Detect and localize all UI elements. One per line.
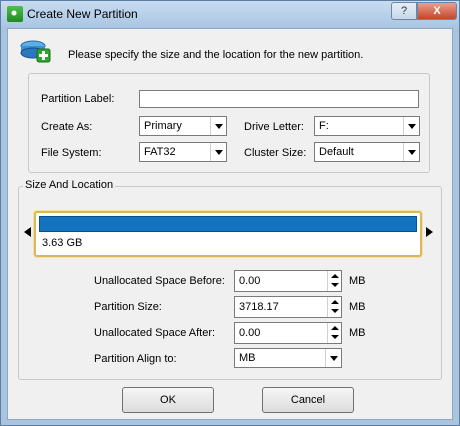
file-system-value: FAT32 — [144, 146, 176, 158]
chevron-down-icon[interactable] — [403, 143, 419, 161]
chevron-down-icon[interactable] — [210, 117, 226, 135]
spin-down-icon[interactable] — [328, 281, 342, 291]
partition-label-caption: Partition Label: — [41, 93, 115, 105]
ok-button[interactable]: OK — [122, 387, 214, 413]
unallocated-after-value: 0.00 — [239, 327, 261, 339]
window-title: Create New Partition — [27, 7, 138, 21]
unallocated-before-value: 0.00 — [239, 275, 261, 287]
partition-wizard-icon — [20, 40, 51, 63]
left-resize-arrow-icon[interactable] — [24, 227, 31, 237]
chevron-down-icon[interactable] — [210, 143, 226, 161]
drive-letter-caption: Drive Letter: — [244, 121, 304, 133]
chevron-down-icon[interactable] — [403, 117, 419, 135]
spinner-buttons — [327, 323, 341, 343]
unit-label: MB — [349, 327, 366, 339]
partition-fill-bar[interactable] — [39, 216, 417, 232]
unallocated-before-caption: Unallocated Space Before: — [94, 275, 225, 287]
cluster-size-select[interactable]: Default — [314, 142, 420, 162]
unallocated-after-caption: Unallocated Space After: — [94, 327, 216, 339]
title-bar[interactable]: Create New Partition ? X — [1, 1, 459, 27]
partition-size-spinner[interactable]: 3718.17 — [234, 296, 342, 318]
cluster-size-caption: Cluster Size: — [244, 147, 307, 159]
spinner-buttons — [327, 271, 341, 291]
size-location-legend: Size And Location — [23, 179, 116, 191]
header-instruction: Please specify the size and the location… — [68, 49, 364, 61]
drive-letter-select[interactable]: F: — [314, 116, 420, 136]
unit-label: MB — [349, 301, 366, 313]
spin-up-icon[interactable] — [328, 297, 342, 307]
unallocated-before-spinner[interactable]: 0.00 — [234, 270, 342, 292]
file-system-caption: File System: — [41, 147, 102, 159]
align-caption: Partition Align to: — [94, 353, 177, 365]
spin-down-icon[interactable] — [328, 307, 342, 317]
partition-map-bar[interactable]: 3.63 GB — [34, 211, 422, 257]
create-as-caption: Create As: — [41, 121, 93, 133]
align-select[interactable]: MB — [234, 348, 342, 368]
unallocated-after-spinner[interactable]: 0.00 — [234, 322, 342, 344]
create-partition-dialog: Create New Partition ? X Please specify … — [0, 0, 460, 426]
dialog-body: Please specify the size and the location… — [7, 28, 453, 420]
right-resize-arrow-icon[interactable] — [426, 227, 433, 237]
cancel-button[interactable]: Cancel — [262, 387, 354, 413]
help-button[interactable]: ? — [391, 2, 417, 20]
create-as-select[interactable]: Primary — [139, 116, 227, 136]
spin-down-icon[interactable] — [328, 333, 342, 343]
align-value: MB — [239, 352, 256, 364]
unit-label: MB — [349, 275, 366, 287]
spinner-buttons — [327, 297, 341, 317]
partition-label-input[interactable] — [139, 90, 419, 108]
spin-up-icon[interactable] — [328, 271, 342, 281]
chevron-down-icon[interactable] — [325, 349, 341, 367]
create-as-value: Primary — [144, 120, 182, 132]
drive-letter-value: F: — [319, 120, 329, 132]
cluster-size-value: Default — [319, 146, 354, 158]
partition-size-text: 3.63 GB — [42, 237, 83, 249]
spin-up-icon[interactable] — [328, 323, 342, 333]
partition-size-value: 3718.17 — [239, 301, 279, 313]
app-icon — [7, 6, 23, 22]
partition-size-caption: Partition Size: — [94, 301, 162, 313]
file-system-select[interactable]: FAT32 — [139, 142, 227, 162]
close-button[interactable]: X — [417, 2, 457, 20]
